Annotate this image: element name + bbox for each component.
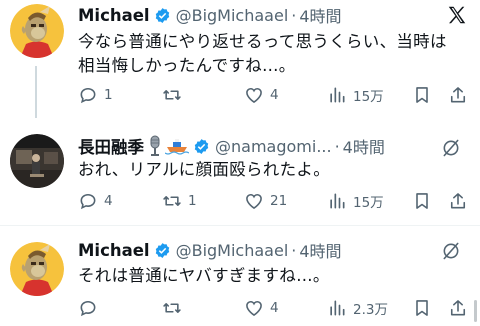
views-button[interactable]: 15万 [327, 189, 384, 213]
thread-line [35, 66, 37, 118]
views-count: 15万 [353, 89, 384, 105]
heart-icon [246, 300, 262, 317]
bookmark-icon [416, 87, 428, 103]
grok-icon[interactable] [441, 138, 461, 162]
reply-button[interactable]: 1 [78, 83, 113, 107]
display-name[interactable]: Michael [78, 6, 150, 25]
display-name[interactable]: 長田融季 [78, 134, 144, 158]
ape-avatar-icon [10, 4, 64, 58]
bookmark-icon [416, 193, 428, 209]
action-bar: 4 2.3万 [78, 296, 470, 320]
bookmark-icon [416, 300, 428, 316]
like-count: 21 [270, 193, 288, 209]
views-count: 15万 [353, 195, 384, 211]
like-count: 4 [270, 87, 279, 103]
verified-badge-icon [155, 7, 169, 23]
heart-icon [246, 87, 262, 104]
tweet-text-line: 今なら普通にやり返せるって思うくらい、当時は [78, 32, 447, 51]
retweet-button[interactable]: 1 [162, 189, 197, 213]
bookmark-button[interactable] [412, 189, 432, 213]
avatar[interactable] [10, 242, 64, 296]
share-icon [450, 87, 466, 103]
retweet-count: 1 [188, 193, 197, 209]
tweet-2[interactable]: 長田融季 @namagomi... · 4時間 おれ、リアルに顔面殴られたよ。 [0, 118, 480, 228]
photo-avatar-icon [10, 134, 64, 188]
handle[interactable]: @namagomi... [215, 137, 332, 156]
like-button[interactable]: 21 [244, 189, 287, 213]
tweet-3[interactable]: Michael @BigMichaael · 4時間 それは普通にヤバすぎますね… [0, 226, 480, 326]
display-name[interactable]: Michael [78, 241, 150, 260]
action-bar: 1 4 15万 [78, 83, 470, 107]
timestamp[interactable]: 4時間 [299, 3, 341, 27]
share-icon [450, 193, 466, 209]
tweet-header: Michael @BigMichaael · 4時間 [78, 238, 342, 262]
share-icon [450, 300, 466, 316]
dot-separator: · [334, 136, 340, 156]
tweet-text: それは普通にヤバすぎますね…。 [78, 264, 330, 288]
reply-icon [80, 300, 96, 317]
reply-button[interactable] [78, 296, 104, 320]
retweet-icon [163, 90, 181, 100]
avatar[interactable] [10, 4, 64, 58]
views-chart-icon [330, 193, 345, 209]
verified-badge-icon [194, 138, 209, 154]
tweet-header: Michael @BigMichaael · 4時間 [78, 3, 342, 27]
retweet-icon [163, 196, 181, 206]
tweet-text-line: それは普通にヤバすぎますね…。 [78, 266, 330, 285]
boat-emoji-icon [165, 139, 189, 155]
x-logo-icon [446, 4, 468, 30]
avatar[interactable] [10, 134, 64, 188]
views-chart-icon [330, 87, 345, 103]
like-count: 4 [270, 300, 279, 316]
share-button[interactable] [448, 83, 468, 107]
share-button[interactable] [448, 296, 468, 320]
share-button[interactable] [448, 189, 468, 213]
timestamp[interactable]: 4時間 [343, 134, 385, 158]
scrollbar[interactable] [474, 300, 477, 322]
handle[interactable]: @BigMichaael [176, 241, 289, 260]
reply-icon [80, 193, 96, 210]
views-count: 2.3万 [353, 302, 388, 318]
tweet-text-line: おれ、リアルに顔面殴られたよ。 [78, 160, 330, 179]
tweet-text-line: 相当悔しかったんですね…。 [78, 56, 296, 75]
handle[interactable]: @BigMichaael [176, 6, 289, 25]
reply-count: 1 [104, 87, 113, 103]
tweet-text: おれ、リアルに顔面殴られたよ。 [78, 158, 330, 182]
bookmark-button[interactable] [412, 83, 432, 107]
reply-count: 4 [104, 193, 113, 209]
tweet-header: 長田融季 @namagomi... · 4時間 [78, 135, 385, 157]
timestamp[interactable]: 4時間 [299, 238, 341, 262]
views-button[interactable]: 2.3万 [327, 296, 388, 320]
retweet-button[interactable] [162, 83, 188, 107]
tweet-1[interactable]: Michael @BigMichaael · 4時間 今なら普通にやり返せるって… [0, 0, 480, 118]
grok-icon[interactable] [441, 241, 461, 265]
action-bar: 4 1 21 15万 [78, 189, 470, 213]
views-button[interactable]: 15万 [327, 83, 384, 107]
ape-avatar-icon [10, 242, 64, 296]
like-button[interactable]: 4 [244, 83, 279, 107]
reply-icon [80, 87, 96, 104]
views-chart-icon [330, 300, 345, 316]
dot-separator: · [291, 240, 297, 260]
heart-icon [246, 193, 262, 210]
tweet-text: 今なら普通にやり返せるって思うくらい、当時は 相当悔しかったんですね…。 [78, 30, 447, 78]
verified-badge-icon [155, 242, 169, 258]
bookmark-button[interactable] [412, 296, 432, 320]
microphone-emoji-icon [150, 135, 160, 156]
reply-button[interactable]: 4 [78, 189, 113, 213]
retweet-button[interactable] [162, 296, 188, 320]
like-button[interactable]: 4 [244, 296, 279, 320]
retweet-icon [163, 303, 181, 313]
dot-separator: · [291, 5, 297, 25]
